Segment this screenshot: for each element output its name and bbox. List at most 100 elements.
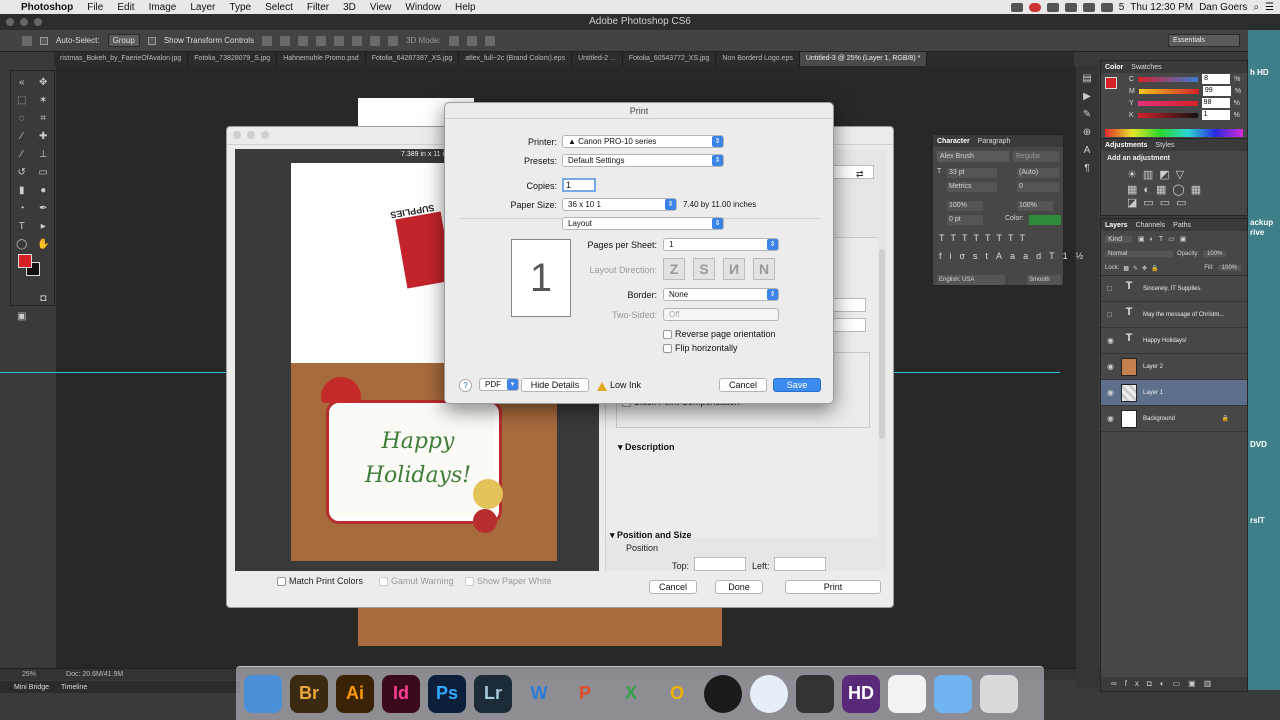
menu-edit[interactable]: Edit [110, 2, 141, 13]
match-print-colors-checkbox[interactable] [277, 577, 286, 586]
battery-level[interactable]: 5 [1119, 2, 1125, 13]
vscale-field[interactable]: 100% [947, 201, 983, 211]
search-icon[interactable]: ⌕ [1253, 2, 1259, 13]
eye-icon[interactable]: ◉ [1107, 336, 1115, 345]
type-style-buttons[interactable]: TTTTTTTT [939, 233, 1031, 243]
mac-save-button[interactable]: Save [773, 378, 821, 392]
left-field[interactable] [774, 557, 826, 571]
adjustment-icons[interactable]: ◪▭▭▭ [1101, 196, 1247, 209]
menu-select[interactable]: Select [258, 2, 300, 13]
3d-pan-icon[interactable] [484, 35, 495, 46]
section-select[interactable]: Layout ⇕ [562, 217, 724, 230]
copies-field[interactable]: 1 [562, 178, 596, 192]
auto-select-checkbox[interactable] [40, 36, 48, 45]
printer-settings-icon[interactable]: ⇄ [856, 169, 864, 180]
tab-timeline[interactable]: Timeline [61, 684, 87, 691]
mac-cancel-button[interactable]: Cancel [719, 378, 767, 392]
color-spectrum[interactable] [1105, 129, 1243, 137]
doc-tab[interactable]: Non Borderd Logo.eps [716, 52, 800, 66]
menu-app-name[interactable]: Photoshop [14, 2, 80, 13]
minimize-window-icon[interactable] [20, 18, 28, 26]
align-center-icon[interactable] [334, 35, 345, 46]
magic-wand-icon[interactable]: ✶ [33, 91, 55, 109]
dropbox-icon[interactable] [1010, 2, 1023, 12]
eraser-tool-icon[interactable]: ▭ [33, 163, 55, 181]
powerpoint-icon[interactable]: P [566, 675, 604, 713]
notification-icon[interactable] [1028, 2, 1041, 12]
doc-tab-active[interactable]: Untitled-3 @ 25% (Layer 1, RGB/8) * [799, 52, 928, 66]
baseline-field[interactable]: 0 pt [947, 215, 983, 225]
top-field[interactable] [694, 557, 746, 571]
filter-icons[interactable]: ▣◐T▭▣ [1138, 235, 1191, 243]
opacity-field[interactable]: 100% [1203, 251, 1227, 257]
hide-details-button[interactable]: Hide Details [521, 378, 589, 392]
play-icon[interactable]: ▶ [1080, 90, 1094, 102]
character-panel-icon[interactable]: A [1080, 144, 1094, 156]
timemachine-icon[interactable] [1046, 2, 1059, 12]
dodge-tool-icon[interactable]: ◔ [11, 199, 33, 217]
tab-styles[interactable]: Styles [1155, 142, 1174, 149]
fill-field[interactable]: 100% [1217, 265, 1241, 271]
minimize-window-icon[interactable] [247, 131, 255, 139]
brush-tool-icon[interactable]: ⁄ [11, 145, 33, 163]
tab-paragraph[interactable]: Paragraph [978, 138, 1011, 145]
shape-tool-icon[interactable]: ◯ [11, 235, 33, 253]
ps-cancel-button[interactable]: Cancel [649, 580, 697, 594]
list-icon[interactable]: ☰ [1265, 2, 1274, 13]
leading-field[interactable]: (Auto) [1017, 168, 1059, 178]
presets-select[interactable]: Default Settings ⇕ [562, 154, 724, 167]
doc-tab[interactable]: Fotolia_73828079_S.jpg [188, 52, 278, 66]
printer-select[interactable]: ▲ Canon PRO-10 series ⇕ [562, 135, 724, 148]
layout-direction-n-reverse-icon[interactable]: И [723, 258, 745, 280]
ps-print-button[interactable]: Print [785, 580, 881, 594]
channel-value[interactable]: 98 [1201, 98, 1230, 108]
reverse-orientation-checkbox[interactable] [663, 330, 672, 339]
excel-icon[interactable]: X [612, 675, 650, 713]
layer-row-selected[interactable]: ◉ Layer 1 [1101, 380, 1247, 406]
position-size-section[interactable]: ▾ Position and Size [610, 530, 692, 541]
channel-value[interactable]: 1 [1201, 110, 1230, 120]
layer-row[interactable]: ◉ T Happy Holidays! [1101, 328, 1247, 354]
distribute-h-icon[interactable] [388, 35, 399, 46]
folder-icon[interactable] [934, 674, 972, 713]
adjustment-icons[interactable]: ▦◐▦◯▦ [1101, 183, 1247, 196]
language-select[interactable]: English: USA [937, 275, 1005, 285]
menu-file[interactable]: File [80, 2, 110, 13]
font-style-select[interactable]: Regular [1013, 151, 1059, 162]
lasso-tool-icon[interactable]: ◌ [11, 109, 33, 127]
menu-image[interactable]: Image [142, 2, 184, 13]
doc-tab[interactable]: ristmas_Bokeh_by_FaerieOfAvalon.jpg [54, 52, 189, 66]
photoshop-icon[interactable]: Ps [428, 674, 466, 713]
zoom-window-icon[interactable] [34, 18, 42, 26]
layer-name[interactable]: Background [1143, 416, 1175, 422]
menu-window[interactable]: Window [398, 2, 448, 13]
align-left-icon[interactable] [316, 35, 327, 46]
lock-icons[interactable]: ▩✎✥🔒 [1123, 265, 1162, 272]
distribute-icon[interactable] [370, 35, 381, 46]
adjustment-icons[interactable]: ☀▥◩▽ [1101, 166, 1247, 183]
channel-slider[interactable] [1137, 112, 1198, 118]
doc-tab[interactable]: Untitled-2 ... [572, 52, 623, 66]
layer-name[interactable]: Happy Holidays! [1143, 338, 1187, 344]
menu-type[interactable]: Type [222, 2, 258, 13]
visibility-toggle[interactable]: □ [1107, 284, 1115, 293]
align-bottom-icon[interactable] [298, 35, 309, 46]
paper-size-select[interactable]: 36 x 10 1 ⇕ [562, 198, 677, 211]
flip-horizontally-checkbox[interactable] [663, 344, 672, 353]
layer-name[interactable]: Layer 1 [1143, 390, 1163, 396]
safari-icon[interactable] [750, 674, 788, 713]
doc-size[interactable]: Doc: 20.6M/41.9M [66, 671, 123, 678]
path-select-icon[interactable]: ▸ [33, 217, 55, 235]
eye-icon[interactable]: ◉ [1107, 414, 1115, 423]
gradient-tool-icon[interactable]: ▮ [11, 181, 33, 199]
tab-mini-bridge[interactable]: Mini Bridge [14, 684, 49, 691]
channel-slider[interactable] [1138, 88, 1199, 94]
layer-row[interactable]: □ T May the message of Christm... [1101, 302, 1247, 328]
close-window-icon[interactable] [6, 18, 14, 26]
desktop-label[interactable]: DVD [1250, 440, 1267, 449]
layer-name[interactable]: Sincerely, IT Supplies [1143, 286, 1200, 292]
font-family-select[interactable]: Alex Brush [937, 151, 1009, 162]
bridge-icon[interactable]: Br [290, 674, 328, 713]
hscale-field[interactable]: 100% [1017, 201, 1053, 211]
stamp-tool-icon[interactable]: ⊥ [33, 145, 55, 163]
